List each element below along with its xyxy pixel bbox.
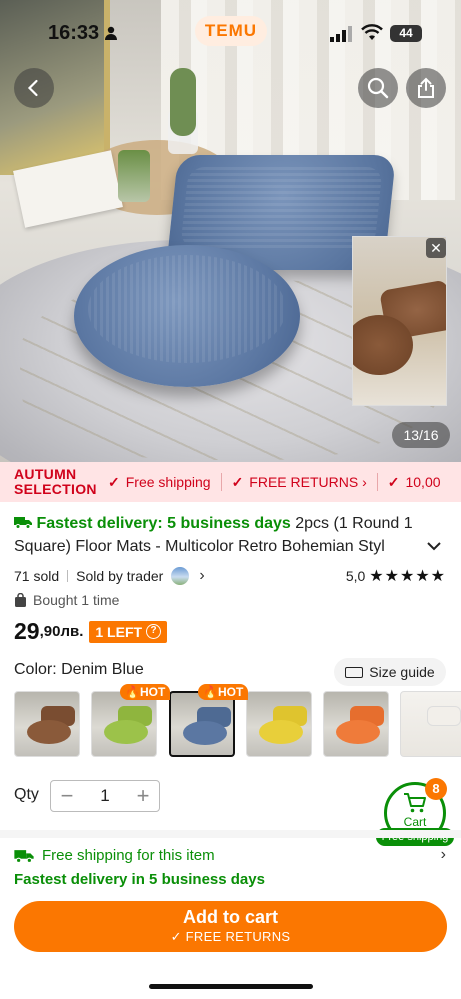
chevron-down-icon[interactable] <box>424 538 444 554</box>
star-rating-icon: ★★★★★ <box>369 568 446 585</box>
close-video-button[interactable]: ✕ <box>426 238 446 258</box>
chevron-left-icon <box>27 79 38 97</box>
color-label: Color: Denim Blue <box>14 661 144 678</box>
cart-icon <box>404 793 426 813</box>
swatch-cushion <box>27 720 71 744</box>
hot-label: HOT <box>217 685 244 699</box>
free-shipping-text: Free shipping for this item <box>42 846 215 864</box>
decor-plant <box>118 150 150 202</box>
brand-logo: TEMU <box>195 16 267 46</box>
brown-round-cushion <box>353 315 413 375</box>
delivery-truck-icon <box>14 517 32 529</box>
image-counter: 13/16 <box>392 422 450 448</box>
hot-badge: 🔥HOT <box>198 684 249 700</box>
decor-cactus <box>170 68 196 136</box>
seller-avatar[interactable] <box>171 567 190 585</box>
wifi-icon <box>361 24 383 40</box>
swatch-brown[interactable] <box>14 691 80 757</box>
ruler-icon <box>345 666 364 678</box>
person-icon <box>105 26 117 40</box>
stock-badge-label: 1 LEFT <box>95 623 143 640</box>
swatch-cushion <box>183 721 227 745</box>
video-thumbnail[interactable] <box>352 236 447 406</box>
stock-badge[interactable]: 1 LEFT ? <box>89 620 168 643</box>
swatch-cushion <box>336 720 380 744</box>
status-bar: 16:33 TEMU 44 <box>0 0 461 60</box>
swatch-green[interactable] <box>91 691 157 757</box>
swatch-cushion <box>104 720 148 744</box>
search-button[interactable] <box>358 68 398 108</box>
close-icon: ✕ <box>430 240 442 256</box>
cart-count-badge: 8 <box>425 778 447 800</box>
promo-item-label: 10,00 <box>405 474 441 490</box>
chevron-right-icon: › <box>440 846 446 863</box>
bought-text: Bought 1 time <box>33 592 120 608</box>
sold-count: 71 sold <box>14 568 60 584</box>
rating[interactable]: 5,0 ★★★★★ <box>346 566 446 586</box>
free-returns-label: ✓ FREE RETURNS <box>170 929 291 944</box>
back-button[interactable] <box>14 68 54 108</box>
status-time: 16:33 <box>48 22 100 44</box>
quantity-value[interactable]: 1 <box>83 786 127 806</box>
shipping-info-row[interactable]: Free shipping for this item › <box>14 846 446 864</box>
quantity-label: Qty <box>14 786 39 803</box>
shopping-bag-icon <box>15 593 26 607</box>
bought-info: Bought 1 time <box>14 592 119 608</box>
share-button[interactable] <box>406 68 446 108</box>
add-to-cart-button[interactable]: Add to cart ✓ FREE RETURNS <box>14 901 447 952</box>
divider <box>67 570 69 582</box>
promo-item-label: Free shipping <box>125 474 211 490</box>
swatch-denim-blue[interactable] <box>169 691 235 757</box>
check-icon: ✓ <box>387 473 400 490</box>
chevron-right-icon[interactable]: › <box>199 567 204 585</box>
add-to-cart-label: Add to cart <box>182 907 278 927</box>
swatch-white[interactable] <box>400 691 461 757</box>
color-swatches: 🔥HOT 🔥HOT <box>14 684 461 759</box>
promo-credit: ✓ 10,00 <box>378 474 451 491</box>
swatch-orange[interactable] <box>323 691 389 757</box>
delivery-truck-icon <box>14 849 34 863</box>
price-fraction: ,90лв. <box>39 623 84 640</box>
promo-item-label: FREE RETURNS › <box>249 474 367 490</box>
share-icon <box>418 77 434 98</box>
seller-link[interactable]: Sold by trader <box>76 568 163 584</box>
decrement-button[interactable]: − <box>51 783 83 809</box>
promo-free-shipping: ✓ Free shipping <box>98 474 221 491</box>
price-row: 29 ,90лв. 1 LEFT ? <box>14 618 168 645</box>
battery-indicator: 44 <box>390 25 422 42</box>
promo-banner[interactable]: AUTUMN SELECTION ✓ Free shipping ✓ FREE RE… <box>0 462 461 502</box>
increment-button[interactable]: + <box>127 783 159 809</box>
help-icon: ? <box>146 624 162 639</box>
section-divider <box>0 830 461 838</box>
quantity-stepper: − 1 + <box>50 780 160 812</box>
fastest-delivery-label: Fastest delivery: 5 business days <box>36 515 291 532</box>
badge-line-1: AUTUMN <box>14 466 77 482</box>
size-guide-label: Size guide <box>369 664 435 680</box>
price-integer: 29 <box>14 618 40 644</box>
product-title[interactable]: Fastest delivery: 5 business days 2pcs (… <box>14 512 424 558</box>
search-icon <box>367 77 389 99</box>
cart-label: Cart <box>403 815 427 829</box>
round-floor-mat <box>74 245 300 387</box>
sales-seller-row: 71 sold Sold by trader › 5,0 ★★★★★ <box>14 566 446 586</box>
hot-badge: 🔥HOT <box>120 684 171 700</box>
check-icon: ✓ <box>231 473 244 490</box>
hot-label: HOT <box>139 685 166 699</box>
cellular-signal-icon <box>330 26 352 42</box>
check-icon: ✓ <box>108 473 120 490</box>
promo-free-returns[interactable]: ✓ FREE RETURNS › <box>222 474 377 491</box>
home-indicator[interactable] <box>149 984 313 989</box>
size-guide-button[interactable]: Size guide <box>334 658 446 686</box>
swatch-cushion <box>259 720 303 744</box>
badge-line-2: SELECTION <box>14 481 97 497</box>
swatch-cushion <box>427 706 461 726</box>
delivery-time-text: Fastest delivery in 5 business days <box>14 871 265 888</box>
swatch-yellow[interactable] <box>246 691 312 757</box>
rating-value: 5,0 <box>345 568 366 584</box>
autumn-selection-badge: AUTUMN SELECTION <box>0 467 98 497</box>
